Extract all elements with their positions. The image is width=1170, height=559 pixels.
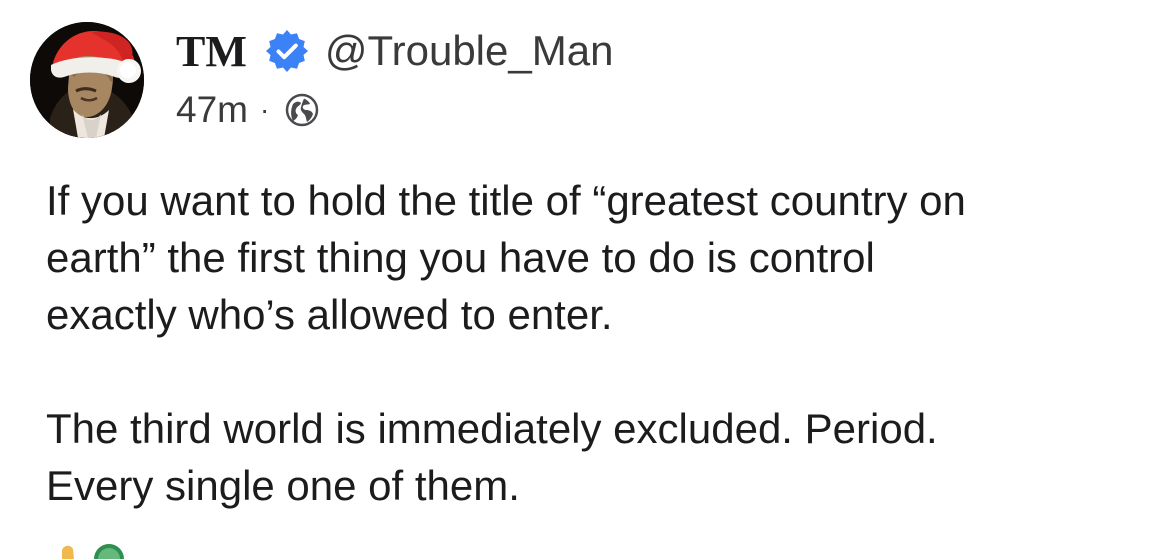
author-avatar[interactable] [30,22,144,138]
post-header: TM @Trouble_Man [176,24,613,78]
meta-separator: · [259,94,270,125]
post-paragraph: The third world is immediately excluded.… [46,405,938,509]
reaction-strip [0,540,1170,559]
author-handle[interactable]: @Trouble_Man [325,27,614,75]
author-display-name[interactable]: TM [176,26,247,77]
post-time[interactable]: 47m [176,89,248,131]
reaction-icon [62,545,74,559]
post-body: If you want to hold the title of “greate… [46,172,1136,514]
post-meta: 47m · [176,86,319,134]
verified-badge-icon [265,29,309,73]
post-paragraph: If you want to hold the title of “greate… [46,177,966,338]
post-card: TM @Trouble_Man 47m · If you want to hol… [0,0,1170,559]
globe-icon [285,93,319,127]
